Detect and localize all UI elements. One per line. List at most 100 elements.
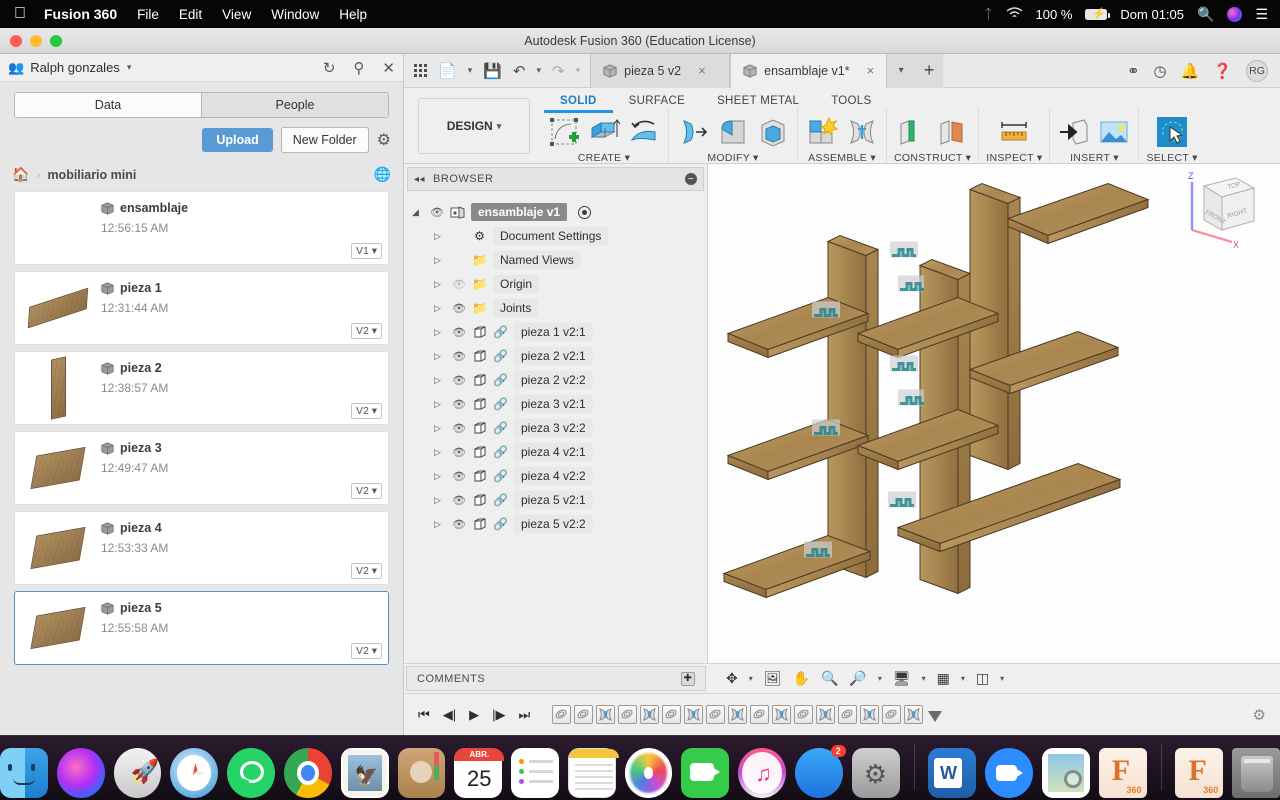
expander-icon[interactable]: ▷ bbox=[434, 303, 446, 314]
dock-item-fusion-360[interactable]: F 360 bbox=[1099, 748, 1147, 798]
eye-icon[interactable]: 👁 bbox=[452, 326, 466, 339]
chevron-down-icon[interactable]: ▾ bbox=[753, 152, 759, 164]
dock-item-app-store[interactable]: 𝃹 2 bbox=[795, 748, 843, 798]
save-icon[interactable]: 💾 bbox=[483, 62, 502, 80]
dock-item-reminders[interactable] bbox=[511, 748, 559, 798]
ribbon-group-label[interactable]: SELECT bbox=[1146, 152, 1188, 164]
comments-panel[interactable]: COMMENTS ✚ bbox=[406, 666, 706, 691]
dock-item-contacts[interactable] bbox=[398, 748, 446, 798]
zoom-window-icon[interactable]: 🔎 bbox=[849, 670, 866, 687]
list-item[interactable]: pieza 4 12:53:33 AM V2 ▾ bbox=[14, 511, 389, 585]
expander-icon[interactable]: ▷ bbox=[434, 231, 446, 242]
chevron-down-icon[interactable]: ▾ bbox=[966, 152, 972, 164]
redo-caret-icon[interactable]: ▾ bbox=[576, 65, 581, 76]
play-icon[interactable]: ▶ bbox=[469, 707, 479, 723]
zoom-icon[interactable]: 🔍 bbox=[821, 670, 838, 687]
dock-item-calendar[interactable]: ABR. 25 bbox=[454, 748, 502, 798]
timeline-feature-joint[interactable] bbox=[640, 705, 659, 724]
tree-node-pieza-5-v2-1[interactable]: ▷ 👁 🔗 pieza 5 v2:1 bbox=[404, 488, 707, 512]
tab-solid[interactable]: SOLID bbox=[544, 92, 613, 113]
tree-node-pieza-4-v2-1[interactable]: ▷ 👁 🔗 pieza 4 v2:1 bbox=[404, 440, 707, 464]
zoom-caret-icon[interactable]: ▾ bbox=[878, 674, 882, 683]
tree-node-pieza-5-v2-2[interactable]: ▷ 👁 🔗 pieza 5 v2:2 bbox=[404, 512, 707, 536]
job-status-icon[interactable]: ⚭ bbox=[1127, 62, 1140, 80]
avatar[interactable]: RG bbox=[1246, 60, 1268, 82]
minimize-icon[interactable]: − bbox=[685, 173, 697, 185]
tab-people[interactable]: People bbox=[201, 93, 388, 117]
create-sketch-icon[interactable] bbox=[547, 115, 581, 149]
look-at-icon[interactable]: 🖼 bbox=[764, 670, 782, 687]
menu-file[interactable]: File bbox=[137, 7, 159, 22]
timeline-feature-joint[interactable] bbox=[728, 705, 747, 724]
display-caret-icon[interactable]: ▾ bbox=[922, 674, 926, 683]
measure-icon[interactable] bbox=[997, 115, 1031, 149]
dock-item-zoom[interactable] bbox=[985, 748, 1033, 798]
menu-help[interactable]: Help bbox=[339, 7, 367, 22]
select-freeform-icon[interactable] bbox=[1155, 115, 1189, 149]
dock-item-siri[interactable] bbox=[57, 748, 105, 798]
dock-item-music[interactable]: ♫ bbox=[738, 748, 786, 798]
tree-node-pieza-2-v2-1[interactable]: ▷ 👁 🔗 pieza 2 v2:1 bbox=[404, 344, 707, 368]
timeline-settings-icon[interactable]: ⚙ bbox=[1253, 706, 1266, 724]
close-icon[interactable]: × bbox=[698, 63, 706, 78]
display-settings-icon[interactable]: 🖥 bbox=[893, 670, 911, 687]
timeline-feature-joint[interactable] bbox=[772, 705, 791, 724]
expander-icon[interactable]: ▷ bbox=[434, 279, 446, 290]
document-tab-pieza-5[interactable]: pieza 5 v2 × bbox=[590, 54, 730, 88]
ribbon-group-label[interactable]: CONSTRUCT bbox=[894, 152, 962, 164]
step-back-icon[interactable]: ◀| bbox=[443, 707, 456, 723]
timeline-feature-sketch[interactable] bbox=[838, 705, 857, 724]
data-people-tabs[interactable]: Data People bbox=[14, 92, 389, 118]
apple-logo-icon[interactable]:  bbox=[14, 6, 26, 22]
expander-icon[interactable]: ▷ bbox=[434, 471, 446, 482]
timeline-feature-sketch[interactable] bbox=[618, 705, 637, 724]
list-item[interactable]: pieza 1 12:31:44 AM V2 ▾ bbox=[14, 271, 389, 345]
dock-item-mail[interactable]: 🦅 bbox=[341, 748, 389, 798]
grid-snap-icon[interactable]: ▦ bbox=[937, 670, 950, 687]
document-tab-ensamblaje[interactable]: ensamblaje v1* × bbox=[730, 54, 887, 88]
timeline-feature-sketch[interactable] bbox=[662, 705, 681, 724]
file-version-badge[interactable]: V1 ▾ bbox=[351, 243, 382, 259]
timeline-feature-sketch[interactable] bbox=[750, 705, 769, 724]
eye-icon[interactable]: 👁 bbox=[452, 398, 466, 411]
eye-icon[interactable]: 👁 bbox=[452, 422, 466, 435]
step-forward-icon[interactable]: |▶ bbox=[492, 707, 505, 723]
tree-node-pieza-3-v2-1[interactable]: ▷ 👁 🔗 pieza 3 v2:1 bbox=[404, 392, 707, 416]
fillet-icon[interactable] bbox=[716, 115, 750, 149]
viewports-caret-icon[interactable]: ▾ bbox=[1000, 674, 1004, 683]
ribbon-group-label[interactable]: INSPECT bbox=[986, 152, 1033, 164]
dock-item-notes[interactable] bbox=[568, 748, 616, 798]
collapse-left-icon[interactable]: ◂◂ bbox=[414, 174, 425, 185]
timeline-feature-joint[interactable] bbox=[904, 705, 923, 724]
chevron-down-icon[interactable]: ▾ bbox=[1192, 152, 1198, 164]
recent-clock-icon[interactable]: ◷ bbox=[1154, 62, 1167, 80]
bell-icon[interactable]: 🔔 bbox=[1181, 62, 1200, 80]
eye-icon[interactable]: 👁 bbox=[452, 302, 466, 315]
dock-item-fusion-360-alt[interactable]: F 360 bbox=[1175, 748, 1223, 798]
menubar-app-name[interactable]: Fusion 360 bbox=[44, 6, 117, 22]
insert-derive-icon[interactable] bbox=[1057, 115, 1091, 149]
orbit-icon[interactable]: ✥ bbox=[726, 670, 738, 687]
chevron-down-icon[interactable]: ▾ bbox=[1113, 152, 1119, 164]
redo-icon[interactable]: ↷ bbox=[552, 62, 565, 80]
chevron-down-icon[interactable]: ▾ bbox=[127, 62, 132, 73]
help-icon[interactable]: ❓ bbox=[1213, 62, 1232, 80]
tab-tools[interactable]: TOOLS bbox=[815, 92, 887, 113]
new-tab-button[interactable]: + bbox=[915, 54, 943, 88]
expander-icon[interactable]: ▷ bbox=[434, 399, 446, 410]
eye-icon[interactable]: 👁 bbox=[452, 374, 466, 387]
tab-sheet-metal[interactable]: SHEET METAL bbox=[701, 92, 815, 113]
notification-center-icon[interactable]: ☰ bbox=[1255, 6, 1268, 23]
tree-node-pieza-4-v2-2[interactable]: ▷ 👁 🔗 pieza 4 v2:2 bbox=[404, 464, 707, 488]
chevron-down-icon[interactable]: ▾ bbox=[625, 152, 631, 164]
viewports-icon[interactable]: ◫ bbox=[976, 670, 989, 687]
dock-item-photos[interactable] bbox=[625, 748, 673, 798]
tree-node-root[interactable]: ◢ 👁 ensamblaje v1 bbox=[404, 200, 707, 224]
search-icon[interactable]: ⚲ bbox=[353, 59, 364, 77]
tree-node-named-views[interactable]: ▷ 📁 Named Views bbox=[404, 248, 707, 272]
dock-item-trash[interactable] bbox=[1232, 748, 1280, 798]
joint-icon[interactable] bbox=[845, 115, 879, 149]
new-folder-button[interactable]: New Folder bbox=[281, 127, 369, 153]
expander-icon[interactable]: ▷ bbox=[434, 351, 446, 362]
extrude-icon[interactable] bbox=[587, 115, 621, 149]
